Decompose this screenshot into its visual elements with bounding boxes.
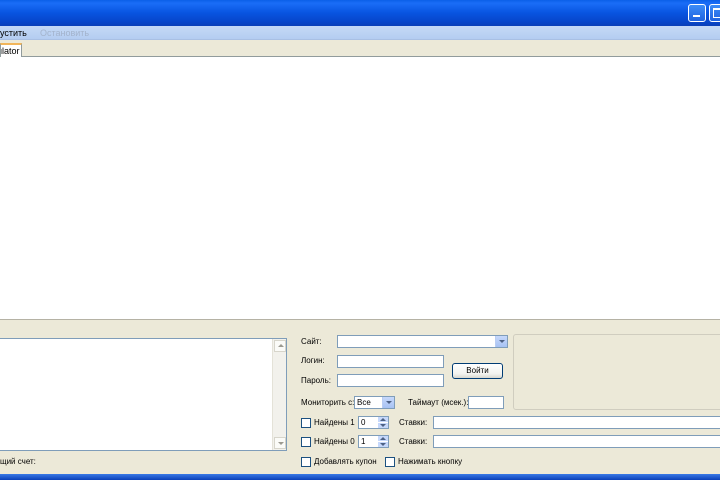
start-menu-item[interactable]: устить — [0, 26, 27, 40]
log-scrollbar[interactable] — [272, 339, 286, 450]
minimize-button[interactable] — [688, 4, 706, 22]
password-label: Пароль: — [301, 376, 331, 385]
site-label: Сайт: — [301, 337, 322, 346]
site-combobox[interactable] — [337, 335, 508, 348]
bets1-label: Ставки: — [399, 418, 428, 427]
menu-bar: устить Остановить — [0, 26, 720, 40]
bets1-input[interactable] — [433, 416, 720, 429]
press-button-label: Нажимать кнопку — [398, 457, 463, 466]
monitor-value: Все — [357, 398, 371, 407]
browser-view[interactable] — [0, 57, 720, 320]
scroll-up-arrow-icon[interactable] — [274, 340, 286, 352]
chevron-down-icon[interactable] — [495, 336, 507, 347]
login-button[interactable]: Войти — [452, 363, 503, 379]
add-coupon-label: Добавлять купон — [314, 457, 377, 466]
stepper-up-icon[interactable] — [378, 436, 388, 441]
found1-value: 0 — [361, 418, 366, 427]
stepper-down-icon[interactable] — [378, 423, 388, 428]
found1-label: Найдены 1 — [314, 418, 355, 427]
found0-label: Найдены 0 — [314, 437, 355, 446]
login-label: Логин: — [301, 356, 325, 365]
login-input[interactable] — [337, 355, 444, 368]
monitor-label: Мониторить с: — [301, 398, 355, 407]
bets2-input[interactable] — [433, 435, 720, 448]
password-input[interactable] — [337, 374, 444, 387]
tab-label: ulator — [1, 46, 20, 56]
found0-value: 1 — [361, 437, 366, 446]
monitor-combobox[interactable]: Все — [354, 396, 395, 409]
bets2-label: Ставки: — [399, 437, 428, 446]
stepper-arrows-icon[interactable] — [378, 417, 388, 428]
timeout-label: Таймаут (мсек.): — [408, 398, 469, 407]
window-bottom-border — [0, 474, 720, 480]
scroll-down-arrow-icon[interactable] — [274, 437, 286, 449]
stop-menu-item[interactable]: Остановить — [40, 26, 89, 40]
press-button-checkbox[interactable] — [385, 457, 395, 467]
found0-checkbox[interactable] — [301, 437, 311, 447]
timeout-input[interactable] — [468, 396, 504, 409]
found1-checkbox[interactable] — [301, 418, 311, 428]
tab-emulator[interactable]: ulator — [0, 43, 22, 58]
stepper-up-icon[interactable] — [378, 417, 388, 422]
log-textarea[interactable] — [0, 338, 287, 451]
found1-stepper[interactable]: 0 — [358, 416, 389, 429]
stepper-down-icon[interactable] — [378, 442, 388, 447]
title-bar — [0, 0, 720, 26]
add-coupon-checkbox[interactable] — [301, 457, 311, 467]
found0-stepper[interactable]: 1 — [358, 435, 389, 448]
info-panel — [513, 334, 720, 410]
tab-strip: ulator — [0, 41, 720, 58]
maximize-button[interactable] — [709, 4, 720, 22]
stepper-arrows-icon[interactable] — [378, 436, 388, 447]
chevron-down-icon[interactable] — [382, 397, 394, 408]
balance-label: щий счет: — [0, 457, 36, 466]
